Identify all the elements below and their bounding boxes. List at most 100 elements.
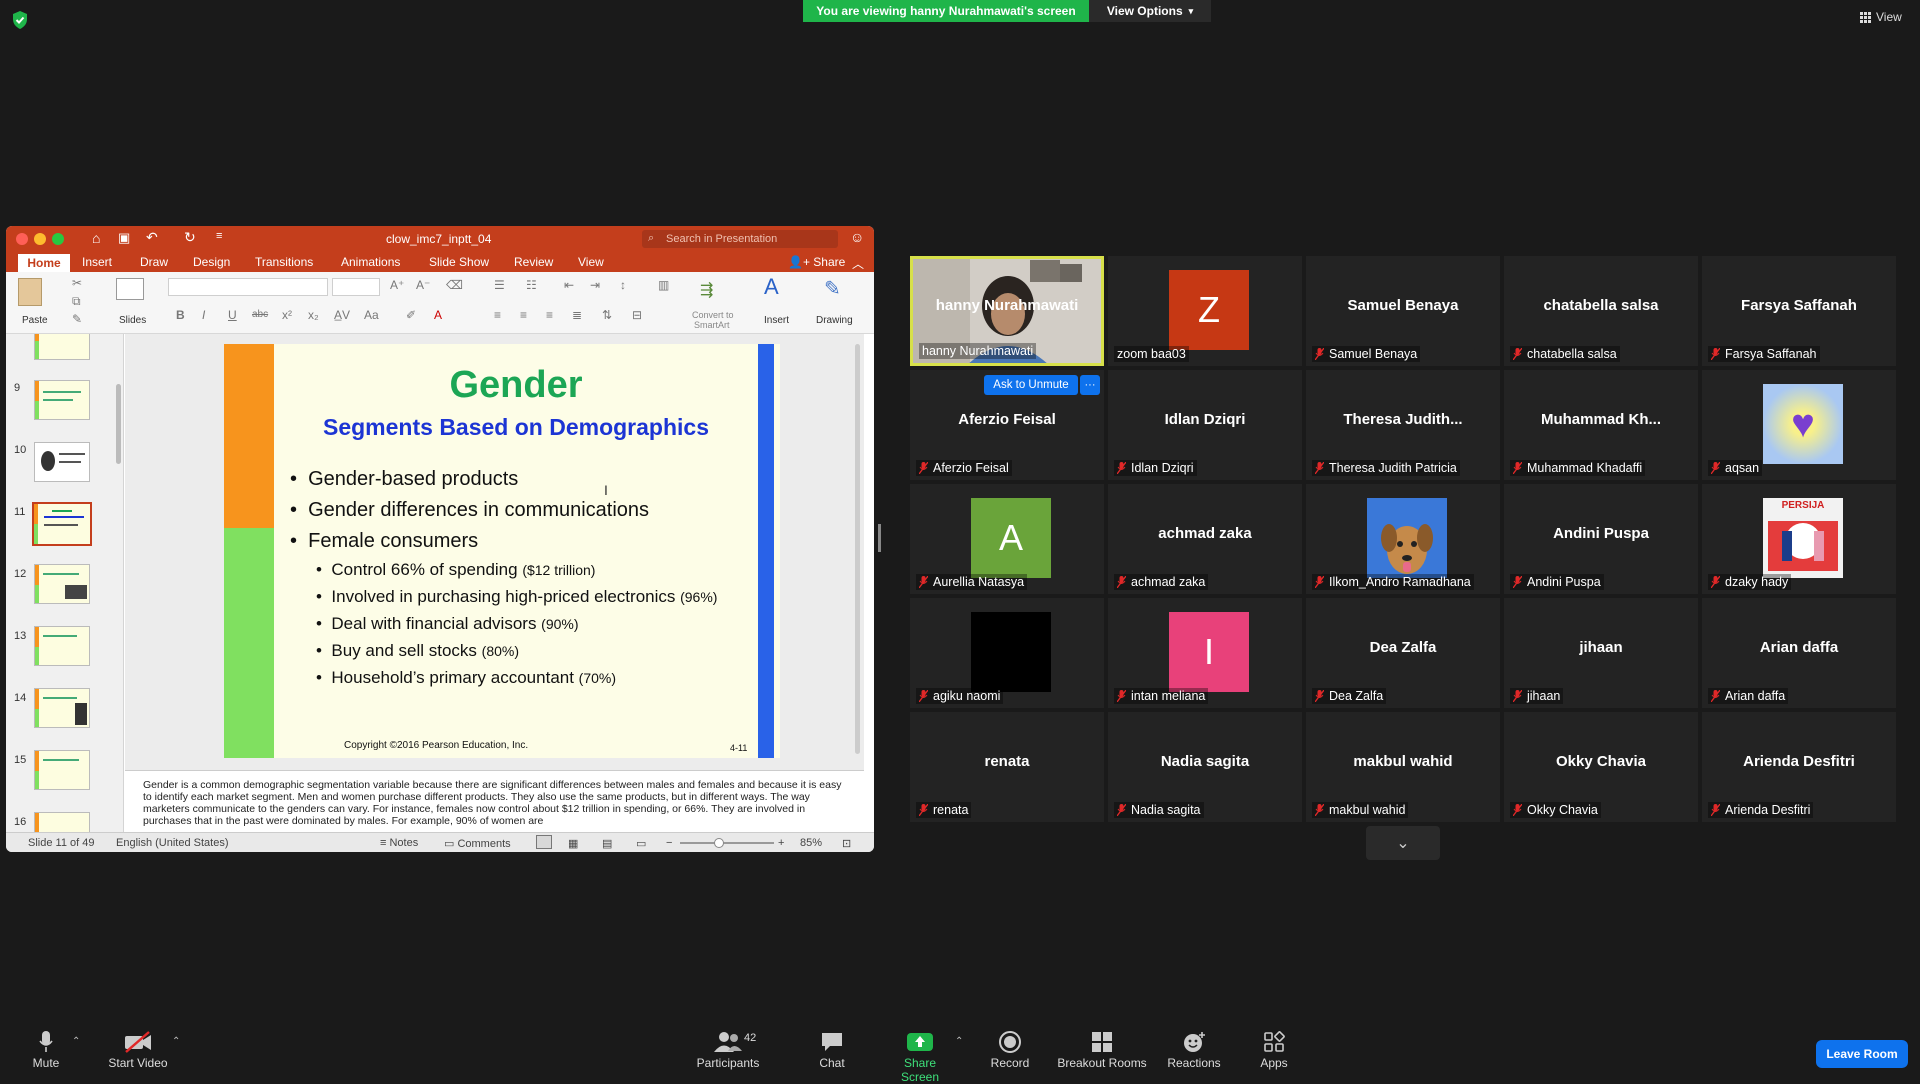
share-screen-button[interactable]: Share Screen: [884, 1030, 956, 1084]
bullets-icon[interactable]: ☰: [494, 278, 505, 292]
redo-icon[interactable]: ↻: [184, 229, 196, 246]
participants-button[interactable]: 42 Participants: [692, 1030, 764, 1070]
decrease-indent-icon[interactable]: ⇤: [564, 278, 574, 292]
tab-review[interactable]: Review: [514, 255, 553, 269]
more-options-button[interactable]: ···: [1080, 375, 1100, 395]
participant-tile-hanny-nurahmawati[interactable]: hanny Nurahmawati hanny Nurahmawati: [910, 256, 1104, 366]
clear-format-icon[interactable]: ⌫: [446, 278, 463, 292]
participant-tile-farsya-saffanah[interactable]: Farsya Saffanah Farsya Saffanah: [1702, 256, 1896, 366]
decrease-font-icon[interactable]: A⁻: [416, 278, 430, 292]
tab-home[interactable]: Home: [18, 254, 70, 272]
drawing-icon[interactable]: ✎: [824, 276, 841, 301]
start-video-button[interactable]: Start Video: [106, 1030, 170, 1070]
collapse-ribbon-icon[interactable]: ︿: [852, 255, 864, 272]
save-icon[interactable]: ▣: [118, 230, 130, 246]
gallery-next-page-button[interactable]: ⌄: [1366, 826, 1440, 860]
participant-tile-intan-meliana[interactable]: Iintan meliana: [1108, 598, 1302, 708]
format-painter-icon[interactable]: ✎: [72, 312, 82, 326]
record-button[interactable]: Record: [990, 1030, 1030, 1070]
columns-icon[interactable]: ▥: [658, 278, 669, 292]
participant-tile-nadia-sagita[interactable]: Nadia sagita Nadia sagita: [1108, 712, 1302, 822]
strikethrough-icon[interactable]: abc: [252, 309, 268, 320]
participant-tile-achmad-zaka[interactable]: achmad zaka achmad zaka: [1108, 484, 1302, 594]
numbering-icon[interactable]: ☷: [526, 278, 537, 292]
participant-tile-dea-zalfa[interactable]: Dea Zalfa Dea Zalfa: [1306, 598, 1500, 708]
superscript-icon[interactable]: x²: [282, 308, 292, 322]
participant-tile-renata[interactable]: renata renata: [910, 712, 1104, 822]
participant-tile-ilkom-andro-ramadhana[interactable]: Ilkom_Andro Ramadhana: [1306, 484, 1500, 594]
slides-icon[interactable]: [116, 278, 144, 300]
tab-draw[interactable]: Draw: [140, 255, 168, 269]
slideshow-view-icon[interactable]: ▭: [636, 837, 646, 850]
normal-view-icon[interactable]: [536, 835, 552, 849]
reading-view-icon[interactable]: ▤: [602, 837, 612, 850]
reactions-button[interactable]: Reactions: [1166, 1030, 1222, 1070]
line-spacing-icon[interactable]: ↕: [620, 278, 626, 292]
breakout-rooms-button[interactable]: Breakout Rooms: [1056, 1030, 1148, 1070]
view-button[interactable]: View: [1860, 10, 1902, 24]
text-direction-icon[interactable]: ⇅: [602, 308, 612, 322]
slide-sorter-icon[interactable]: ▦: [568, 837, 578, 850]
subscript-icon[interactable]: x₂: [308, 308, 319, 322]
participant-tile-arian-daffa[interactable]: Arian daffa Arian daffa: [1702, 598, 1896, 708]
ask-to-unmute-button[interactable]: Ask to Unmute: [984, 375, 1078, 395]
slide-thumbnail[interactable]: [34, 626, 90, 666]
italic-icon[interactable]: I: [202, 308, 205, 322]
participant-tile-andini-puspa[interactable]: Andini Puspa Andini Puspa: [1504, 484, 1698, 594]
close-window-icon[interactable]: [16, 233, 28, 245]
insert-icon[interactable]: A: [764, 274, 779, 300]
tab-animations[interactable]: Animations: [341, 255, 400, 269]
align-center-icon[interactable]: ≡: [520, 308, 527, 322]
split-resize-handle[interactable]: [878, 524, 881, 552]
tab-design[interactable]: Design: [193, 255, 230, 269]
comments-toggle[interactable]: ▭ Comments: [444, 837, 511, 850]
underline-icon[interactable]: U: [228, 308, 237, 322]
customize-toolbar-icon[interactable]: ≡: [216, 230, 222, 242]
bold-icon[interactable]: B: [176, 308, 185, 322]
fit-to-window-icon[interactable]: ⊡: [842, 837, 851, 850]
participant-tile-samuel-benaya[interactable]: Samuel Benaya Samuel Benaya: [1306, 256, 1500, 366]
chat-button[interactable]: Chat: [812, 1030, 852, 1070]
language-status[interactable]: English (United States): [116, 837, 229, 849]
zoom-slider[interactable]: [680, 838, 774, 848]
notes-toggle[interactable]: ≡ Notes: [380, 837, 418, 849]
participant-tile-idlan-dziqri[interactable]: Idlan Dziqri Idlan Dziqri: [1108, 370, 1302, 480]
profile-icon[interactable]: ☺: [850, 229, 864, 245]
cut-icon[interactable]: ✂: [72, 276, 82, 290]
slide-thumbnail-selected[interactable]: [32, 502, 92, 546]
slide-thumbnail[interactable]: [34, 564, 90, 604]
zoom-window-icon[interactable]: [52, 233, 64, 245]
font-size-field[interactable]: [332, 278, 380, 296]
slide-thumbnail[interactable]: [34, 334, 90, 360]
slide-thumbnails-pane[interactable]: 9 10 11 12 13 14 15 16: [6, 334, 124, 832]
participant-tile-agiku-naomi[interactable]: agiku naomi: [910, 598, 1104, 708]
participant-tile-aqsan[interactable]: ♥ aqsan: [1702, 370, 1896, 480]
copy-icon[interactable]: ⧉: [72, 294, 81, 309]
zoom-level[interactable]: 85%: [800, 837, 822, 849]
share-options-icon[interactable]: ⌃: [955, 1036, 963, 1047]
search-box[interactable]: ⌕ Search in Presentation: [642, 230, 838, 248]
font-name-field[interactable]: [168, 278, 328, 296]
participant-tile-aurellia-natasya[interactable]: A Aurellia Natasya: [910, 484, 1104, 594]
current-slide[interactable]: Gender Segments Based on Demographics • …: [224, 344, 780, 758]
video-options-icon[interactable]: ⌃: [172, 1036, 180, 1047]
highlight-icon[interactable]: ✐: [406, 308, 416, 322]
shield-icon[interactable]: [10, 10, 30, 30]
participant-tile-okky-chavia[interactable]: Okky Chavia Okky Chavia: [1504, 712, 1698, 822]
leave-room-button[interactable]: Leave Room: [1816, 1040, 1908, 1068]
slide-thumbnail[interactable]: [34, 812, 90, 832]
participant-tile-muhammad-khadaffi[interactable]: Muhammad Kh... Muhammad Khadaffi: [1504, 370, 1698, 480]
slide-thumbnail[interactable]: [34, 442, 90, 482]
align-left-icon[interactable]: ≡: [494, 308, 501, 322]
justify-icon[interactable]: ≣: [572, 308, 582, 322]
home-icon[interactable]: ⌂: [92, 230, 100, 246]
thumbnail-scrollbar[interactable]: [116, 384, 121, 464]
participant-tile-theresa-judith-patricia[interactable]: Theresa Judith... Theresa Judith Patricia: [1306, 370, 1500, 480]
apps-button[interactable]: Apps: [1256, 1030, 1292, 1070]
audio-options-icon[interactable]: ⌃: [72, 1036, 80, 1047]
tab-slide-show[interactable]: Slide Show: [429, 255, 489, 269]
zoom-slider-thumb[interactable]: [714, 838, 724, 848]
align-text-icon[interactable]: ⊟: [632, 308, 642, 322]
participant-tile-arienda-desfitri[interactable]: Arienda Desfitri Arienda Desfitri: [1702, 712, 1896, 822]
editor-scrollbar[interactable]: [855, 344, 860, 754]
